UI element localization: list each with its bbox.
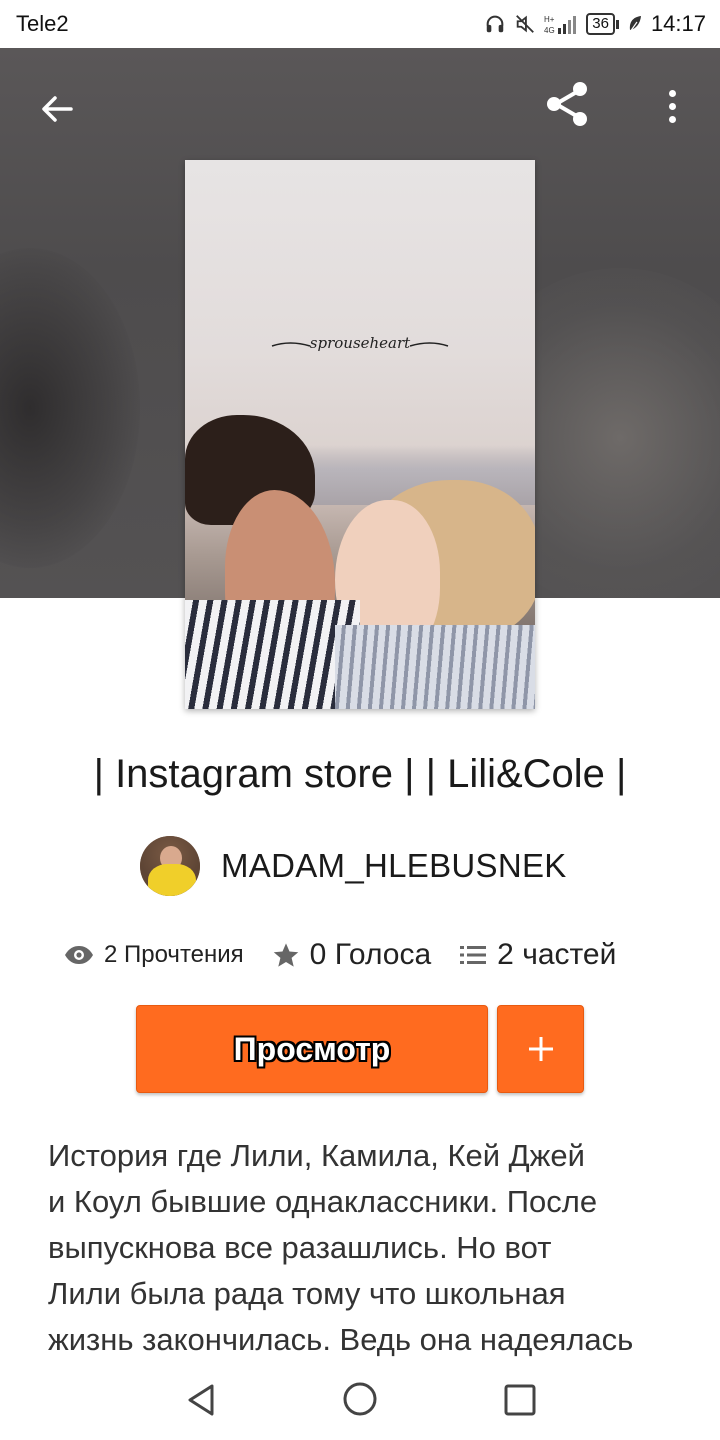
hero-blur — [0, 248, 140, 568]
status-bar: Tele2 H+ 4G 36 14:17 — [0, 0, 720, 48]
votes-count: 0 Голоса — [309, 938, 432, 971]
nav-home-icon[interactable] — [341, 1380, 379, 1418]
battery-level: 36 — [586, 13, 615, 35]
author-name[interactable]: MADAM_HLEBUSNEK — [221, 847, 567, 885]
carrier-name: Tele2 — [16, 11, 69, 36]
clock: 14:17 — [650, 11, 706, 36]
votes-stat: 0 Голоса — [272, 938, 432, 972]
cover-script-text: sprouseheart — [271, 334, 449, 352]
add-to-library-button[interactable] — [497, 1005, 584, 1093]
status-icons: H+ 4G 36 14:17 — [484, 9, 706, 39]
read-button-label: Просмотр — [233, 1030, 391, 1067]
back-button[interactable] — [30, 82, 84, 136]
description-line: Лили была рада тому что школьная — [48, 1276, 566, 1311]
reads-count: 2 Прочтения — [104, 941, 244, 968]
signal-icon: H+ 4G — [544, 15, 577, 35]
nav-back-icon[interactable] — [182, 1380, 222, 1420]
description-line: жизнь закончилась. Ведь она надеялась — [48, 1322, 634, 1357]
story-cover-image[interactable]: sprouseheart — [185, 160, 535, 709]
story-title: | Instagram store | | Lili&Cole | — [93, 752, 627, 796]
nav-recent-apps-icon[interactable] — [502, 1382, 538, 1418]
plus-icon — [528, 1037, 553, 1061]
avatar[interactable] — [140, 836, 200, 896]
description-line: и Коул бывшие однаклассники. После — [48, 1184, 598, 1219]
headphones-icon — [486, 15, 504, 33]
reads-stat: 2 Прочтения — [64, 941, 244, 969]
description-line: выпускнова все разашлись. Но вот — [48, 1230, 552, 1265]
story-stats: 2 Прочтения 0 Голоса 2 частей — [64, 932, 616, 978]
eye-icon — [64, 944, 94, 966]
mute-icon — [516, 15, 535, 33]
star-icon — [272, 941, 300, 969]
list-icon — [459, 943, 487, 967]
parts-count: 2 частей — [497, 938, 617, 971]
read-button[interactable]: Просмотр — [136, 1005, 488, 1093]
description-line: История где Лили, Камила, Кей Джей — [48, 1138, 585, 1173]
leaf-icon — [629, 16, 641, 33]
story-description: История где Лили, Камила, Кей Джей и Коу… — [48, 1133, 678, 1363]
svg-text:4G: 4G — [544, 26, 555, 35]
more-vertical-icon — [668, 89, 676, 97]
share-button[interactable] — [540, 78, 596, 134]
arrow-left-icon — [42, 96, 73, 122]
share-icon — [547, 82, 587, 126]
svg-text:H+: H+ — [544, 15, 555, 24]
parts-stat: 2 частей — [459, 938, 616, 972]
more-options-button[interactable] — [652, 78, 692, 134]
svg-text:sprouseheart: sprouseheart — [310, 334, 411, 352]
battery-indicator: 36 — [586, 13, 619, 35]
author-link[interactable]: MADAM_HLEBUSNEK — [140, 836, 567, 896]
system-nav-bar — [0, 1360, 720, 1440]
